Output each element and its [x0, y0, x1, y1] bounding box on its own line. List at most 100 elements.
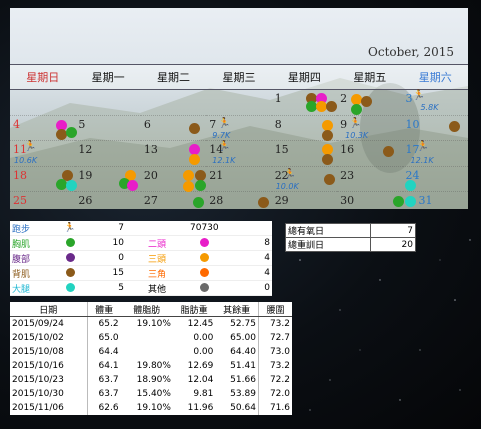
day-cell-23[interactable]: 23	[337, 166, 403, 193]
day-cell-13[interactable]: 13	[140, 140, 207, 167]
legend-label: 三頭	[126, 250, 188, 266]
triceps-dot-icon	[188, 154, 200, 166]
cell-date: 2015/10/08	[12, 347, 64, 357]
day-cell-9[interactable]: 9 🏃 10.3K	[337, 115, 403, 142]
day-number: 26	[78, 194, 93, 208]
day-cell-25[interactable]: 25	[10, 191, 76, 209]
day-number: 20	[143, 168, 158, 182]
body-measurement-table: 日期 體重 體脂肪 脂肪重 其餘重 腰圍 2015/09/24 65.2 19.…	[10, 302, 292, 415]
back-dot-cell	[58, 265, 82, 281]
day-cell-28[interactable]: 28	[206, 191, 272, 209]
day-cell-6[interactable]: 6	[140, 115, 207, 142]
legend-label: 二頭	[126, 235, 188, 251]
day-cell-3[interactable]: 3 🏃 5.8K	[402, 89, 468, 116]
chest-dot-icon	[351, 104, 363, 115]
triceps-dot-icon	[182, 169, 194, 181]
day-number: 16	[340, 143, 355, 157]
cell-lean-mass: 65.00	[230, 333, 256, 343]
back-dot-icon	[321, 154, 333, 166]
legs-dot-icon	[404, 179, 416, 191]
back-dot-icon	[325, 101, 337, 112]
chest-dot-icon	[65, 238, 75, 247]
cell-waist: 72.7	[257, 331, 292, 345]
running-icon: 🏃	[24, 141, 37, 153]
cell-weight: 65.0	[86, 331, 121, 345]
run-distance: 9.7K	[212, 130, 231, 140]
summary-row-cardio: 總有氧日 7	[285, 223, 416, 238]
day-number: 8	[274, 117, 282, 131]
day-cell-30[interactable]: 30	[337, 191, 405, 209]
day-cell-5[interactable]: 5	[75, 115, 141, 142]
cell-waist: 71.6	[257, 401, 292, 415]
cell-date: 2015/11/06	[12, 403, 64, 413]
cell-waist: 73.2	[257, 359, 292, 373]
day-cell-16[interactable]: 16	[337, 140, 403, 167]
day-number: 12	[78, 143, 93, 157]
legend-label: 其他	[126, 280, 188, 296]
legend-label: 胸肌	[10, 235, 58, 251]
day-cell-7[interactable]: 7 🏃 9.7K	[206, 115, 272, 142]
day-cell-10[interactable]: 10	[402, 115, 468, 142]
day-cell-17[interactable]: 17 🏃 12.1K	[402, 140, 468, 167]
day-cell-15[interactable]: 15	[271, 140, 338, 167]
back-dot-icon	[258, 197, 270, 209]
back-dot-icon	[361, 96, 373, 107]
cell-weight: 64.1	[86, 359, 121, 373]
col-lean-mass: 其餘重	[215, 302, 259, 317]
running-icon: 🏃	[218, 117, 231, 129]
legend-count: 4	[220, 265, 272, 281]
weekday-mon: 星期一	[75, 64, 141, 90]
day-number: 28	[209, 194, 224, 208]
run-distance: 5.8K	[420, 103, 439, 112]
legend-row-back: 背肌 15 三角 4	[10, 265, 272, 281]
day-cell-1[interactable]: 1	[271, 89, 338, 116]
day-number: 10	[405, 117, 420, 131]
legend-label: 跑步	[10, 221, 58, 236]
day-cell-19[interactable]: 19	[75, 166, 141, 193]
back-dot-icon	[323, 173, 335, 185]
cell-date: 2015/10/02	[12, 333, 64, 343]
col-fat-mass: 脂肪重	[172, 302, 216, 317]
day-cell-26[interactable]: 26	[75, 191, 141, 209]
day-cell-empty	[10, 89, 76, 116]
day-cell-20[interactable]: 20	[140, 166, 207, 193]
cell-fat-mass: 12.04	[187, 375, 214, 385]
day-cell-21[interactable]: 21	[206, 166, 272, 193]
weekday-sat: 星期六	[402, 64, 468, 90]
table-row: 2015/10/23 63.7 18.90% 12.04 51.66 72.2	[10, 373, 292, 387]
cell-fat-mass: 12.69	[187, 361, 214, 371]
cell-lean-mass: 50.64	[230, 403, 256, 413]
week-row: 4 5 6 7 🏃 9.7K 8 9 🏃 10.3K 10	[10, 115, 468, 142]
cell-body-fat	[121, 345, 173, 359]
cell-lean-mass: 64.40	[230, 347, 256, 357]
week-row: 18 19 20 21 22 🏃 10.0K 23 24	[10, 166, 468, 193]
cell-date: 2015/09/24	[12, 319, 64, 329]
day-number: 25	[13, 194, 27, 208]
day-cell-29[interactable]: 29	[271, 191, 338, 209]
cell-weight: 65.2	[86, 316, 121, 331]
day-cell-4[interactable]: 4	[10, 115, 77, 142]
table-row: 2015/10/30 63.7 15.40% 9.81 53.89 72.0	[10, 387, 292, 401]
day-cell-empty	[140, 89, 207, 116]
triceps-dot-icon	[321, 119, 333, 131]
week-row: 25 26 27 28 29 30 31	[10, 191, 468, 209]
day-cell-31[interactable]: 31	[402, 191, 468, 209]
month-title: October, 2015	[368, 45, 454, 59]
day-number: 29	[274, 194, 289, 208]
day-cell-empty	[75, 89, 141, 116]
day-cell-27[interactable]: 27	[140, 191, 207, 209]
day-cell-14[interactable]: 14 🏃 12.1K	[206, 140, 272, 167]
day-cell-24[interactable]: 24	[402, 166, 468, 193]
day-cell-8[interactable]: 8	[271, 115, 338, 142]
legend-row-abs: 腹部 0 三頭 4	[10, 250, 272, 266]
day-cell-22[interactable]: 22 🏃 10.0K	[271, 166, 338, 193]
day-number: 19	[78, 168, 93, 182]
cell-weight: 63.7	[86, 373, 121, 387]
day-number: 4	[13, 117, 20, 131]
day-cell-2[interactable]: 2	[337, 89, 403, 116]
day-cell-12[interactable]: 12	[75, 140, 141, 167]
weekday-header: 星期日 星期一 星期二 星期三 星期四 星期五 星期六	[10, 64, 468, 90]
table-row: 2015/10/02 65.0 0.00 65.00 72.7	[10, 331, 292, 345]
day-cell-18[interactable]: 18	[10, 166, 77, 193]
day-cell-11[interactable]: 11 🏃 10.6K	[10, 140, 76, 167]
